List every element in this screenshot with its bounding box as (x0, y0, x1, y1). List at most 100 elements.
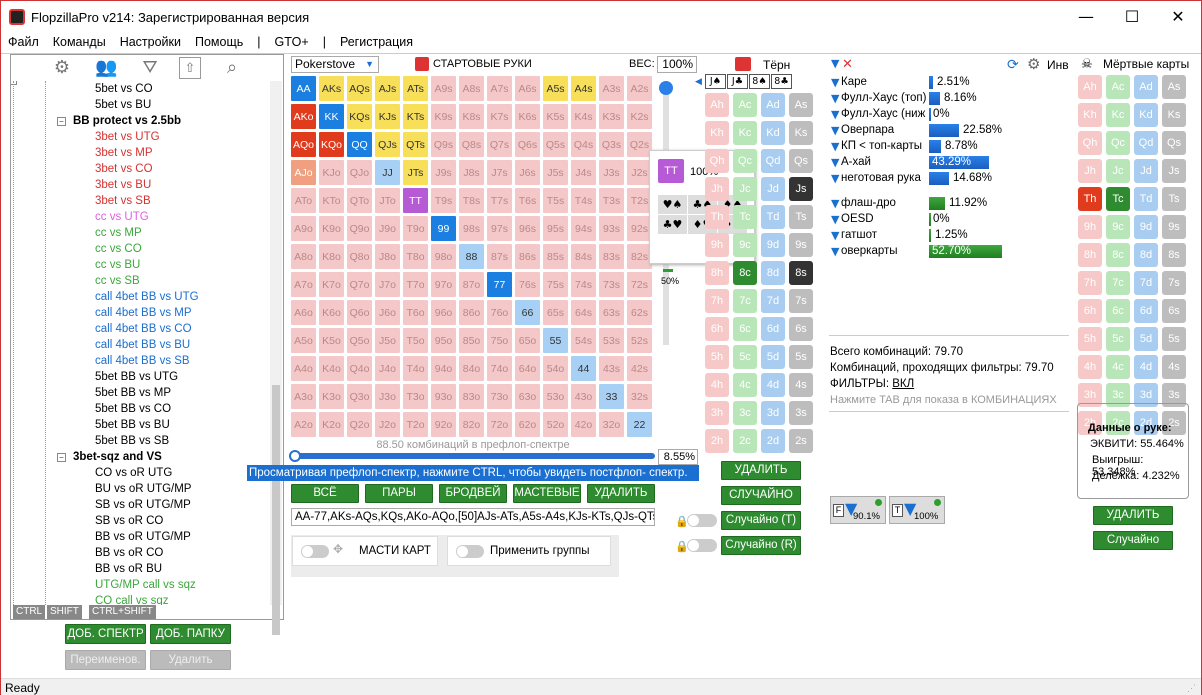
hand-cell[interactable]: JTo (374, 187, 401, 214)
tree-item[interactable]: UTG/MP call vs sqz (95, 577, 196, 593)
hand-cell[interactable]: A6o (290, 299, 317, 326)
tree-item[interactable]: call 4bet BB vs SB (95, 353, 190, 369)
hand-cell[interactable]: AJs (374, 75, 401, 102)
hand-cell[interactable]: 33 (598, 383, 625, 410)
tree-item[interactable]: cc vs CO (95, 241, 142, 257)
invert-label[interactable]: Инв (1047, 58, 1069, 72)
hand-cell[interactable]: K3s (598, 103, 625, 130)
tree-scrollbar-thumb[interactable] (272, 385, 280, 635)
hand-cell[interactable]: J6o (374, 299, 401, 326)
dead-card[interactable]: Qh (1078, 131, 1102, 155)
hand-cell[interactable]: T5o (402, 327, 429, 354)
hand-cell[interactable]: 32s (626, 383, 653, 410)
hand-cell[interactable]: 22 (626, 411, 653, 438)
dead-card[interactable]: 5c (1106, 327, 1130, 351)
hand-cell[interactable]: 86s (514, 243, 541, 270)
dead-card[interactable]: Tc (1106, 187, 1130, 211)
hand-cell[interactable]: T8s (458, 187, 485, 214)
hand-cell[interactable]: Q5s (542, 131, 569, 158)
turn-card[interactable]: 5s (789, 345, 813, 369)
hand-cell[interactable]: A2s (626, 75, 653, 102)
range-percent-thumb[interactable] (289, 450, 301, 462)
turn-card[interactable]: 4d (761, 373, 785, 397)
users-icon[interactable]: 👥 (95, 57, 117, 79)
clear-range-button[interactable]: УДАЛИТЬ (587, 484, 655, 503)
hand-cell[interactable]: 96o (430, 299, 457, 326)
tree-item[interactable]: cc vs MP (95, 225, 142, 241)
dead-card[interactable]: Qd (1134, 131, 1158, 155)
hand-cell[interactable]: Q8s (458, 131, 485, 158)
dead-card[interactable]: 8s (1162, 243, 1186, 267)
hand-cell[interactable]: T8o (402, 243, 429, 270)
hand-cell[interactable]: 76s (514, 271, 541, 298)
hand-cell[interactable]: AQo (290, 131, 317, 158)
turn-card[interactable]: Qh (705, 149, 729, 173)
turn-card[interactable]: 7c (733, 289, 757, 313)
turn-card[interactable]: 4h (705, 373, 729, 397)
hand-cell[interactable]: 93s (598, 215, 625, 242)
turn-card[interactable]: Qd (761, 149, 785, 173)
dead-card[interactable]: Ks (1162, 103, 1186, 127)
dead-card[interactable]: Qc (1106, 131, 1130, 155)
turn-card[interactable]: Ac (733, 93, 757, 117)
hand-cell[interactable]: J3s (598, 159, 625, 186)
suited-button[interactable]: МАСТЕВЫЕ (513, 484, 581, 503)
dead-card[interactable]: Kd (1134, 103, 1158, 127)
tree-item[interactable]: BB vs oR UTG/MP (95, 529, 191, 545)
refresh-icon[interactable]: ⟳ (1007, 57, 1019, 73)
tree-item[interactable]: 5bet BB vs BU (95, 417, 170, 433)
turn-card[interactable]: 9h (705, 233, 729, 257)
dead-card[interactable]: 9c (1106, 215, 1130, 239)
hand-cell[interactable]: K8s (458, 103, 485, 130)
hand-cell[interactable]: Q7o (346, 271, 373, 298)
hand-cell[interactable]: K8o (318, 243, 345, 270)
groups-toggle[interactable] (456, 545, 484, 558)
menu-gto[interactable]: GTO+ (268, 33, 316, 51)
suits-toggle[interactable] (301, 545, 329, 558)
tree-item[interactable]: BB vs oR BU (95, 561, 162, 577)
hand-cell[interactable]: 55 (542, 327, 569, 354)
hand-cell[interactable]: QQ (346, 131, 373, 158)
filter-icon[interactable]: ▼ (831, 157, 840, 168)
hand-cell[interactable]: A9o (290, 215, 317, 242)
filter-icon[interactable]: ▼ (831, 93, 840, 104)
random-t-button[interactable]: Случайно (T) (721, 511, 801, 530)
hand-cell[interactable]: JJ (374, 159, 401, 186)
hand-cell[interactable]: 95o (430, 327, 457, 354)
hand-cell[interactable]: KJs (374, 103, 401, 130)
hand-cell[interactable]: K6o (318, 299, 345, 326)
hand-cell[interactable]: 54s (570, 327, 597, 354)
turn-delete-button[interactable]: УДАЛИТЬ (721, 461, 801, 480)
hand-cell[interactable]: 85s (542, 243, 569, 270)
board-card[interactable]: J♣ (727, 74, 748, 89)
tree-item[interactable]: cc vs BU (95, 257, 140, 273)
turn-card[interactable]: 2s (789, 429, 813, 453)
hand-cell[interactable]: 42o (570, 411, 597, 438)
hand-cell[interactable]: T4s (570, 187, 597, 214)
hand-cell[interactable]: 98o (430, 243, 457, 270)
tree-item[interactable]: CO vs oR UTG (95, 465, 172, 481)
hand-cell[interactable]: A5o (290, 327, 317, 354)
filter-icon[interactable]: ▼ (831, 214, 840, 225)
turn-card[interactable]: 5h (705, 345, 729, 369)
hand-cell[interactable]: A5s (542, 75, 569, 102)
dead-card[interactable]: As (1162, 75, 1186, 99)
collapse-toggle[interactable]: − (11, 81, 17, 85)
turn-card[interactable]: 2h (705, 429, 729, 453)
hand-cell[interactable]: K2s (626, 103, 653, 130)
turn-card[interactable]: Qs (789, 149, 813, 173)
board-card[interactable]: 8♣ (771, 74, 792, 89)
hand-cell[interactable]: Q4s (570, 131, 597, 158)
hand-cell[interactable]: K4o (318, 355, 345, 382)
turn-card[interactable]: 3s (789, 401, 813, 425)
turn-card[interactable]: 9d (761, 233, 785, 257)
hand-cell[interactable]: 94o (430, 355, 457, 382)
hand-cell[interactable]: KQo (318, 131, 345, 158)
hand-cell[interactable]: J4s (570, 159, 597, 186)
hand-cell[interactable]: Q6o (346, 299, 373, 326)
gear-icon[interactable]: ⚙ (51, 57, 73, 79)
dead-card[interactable]: 6d (1134, 299, 1158, 323)
hand-cell[interactable]: 32o (598, 411, 625, 438)
hand-cell[interactable]: 66 (514, 299, 541, 326)
hand-cell[interactable]: 87s (486, 243, 513, 270)
